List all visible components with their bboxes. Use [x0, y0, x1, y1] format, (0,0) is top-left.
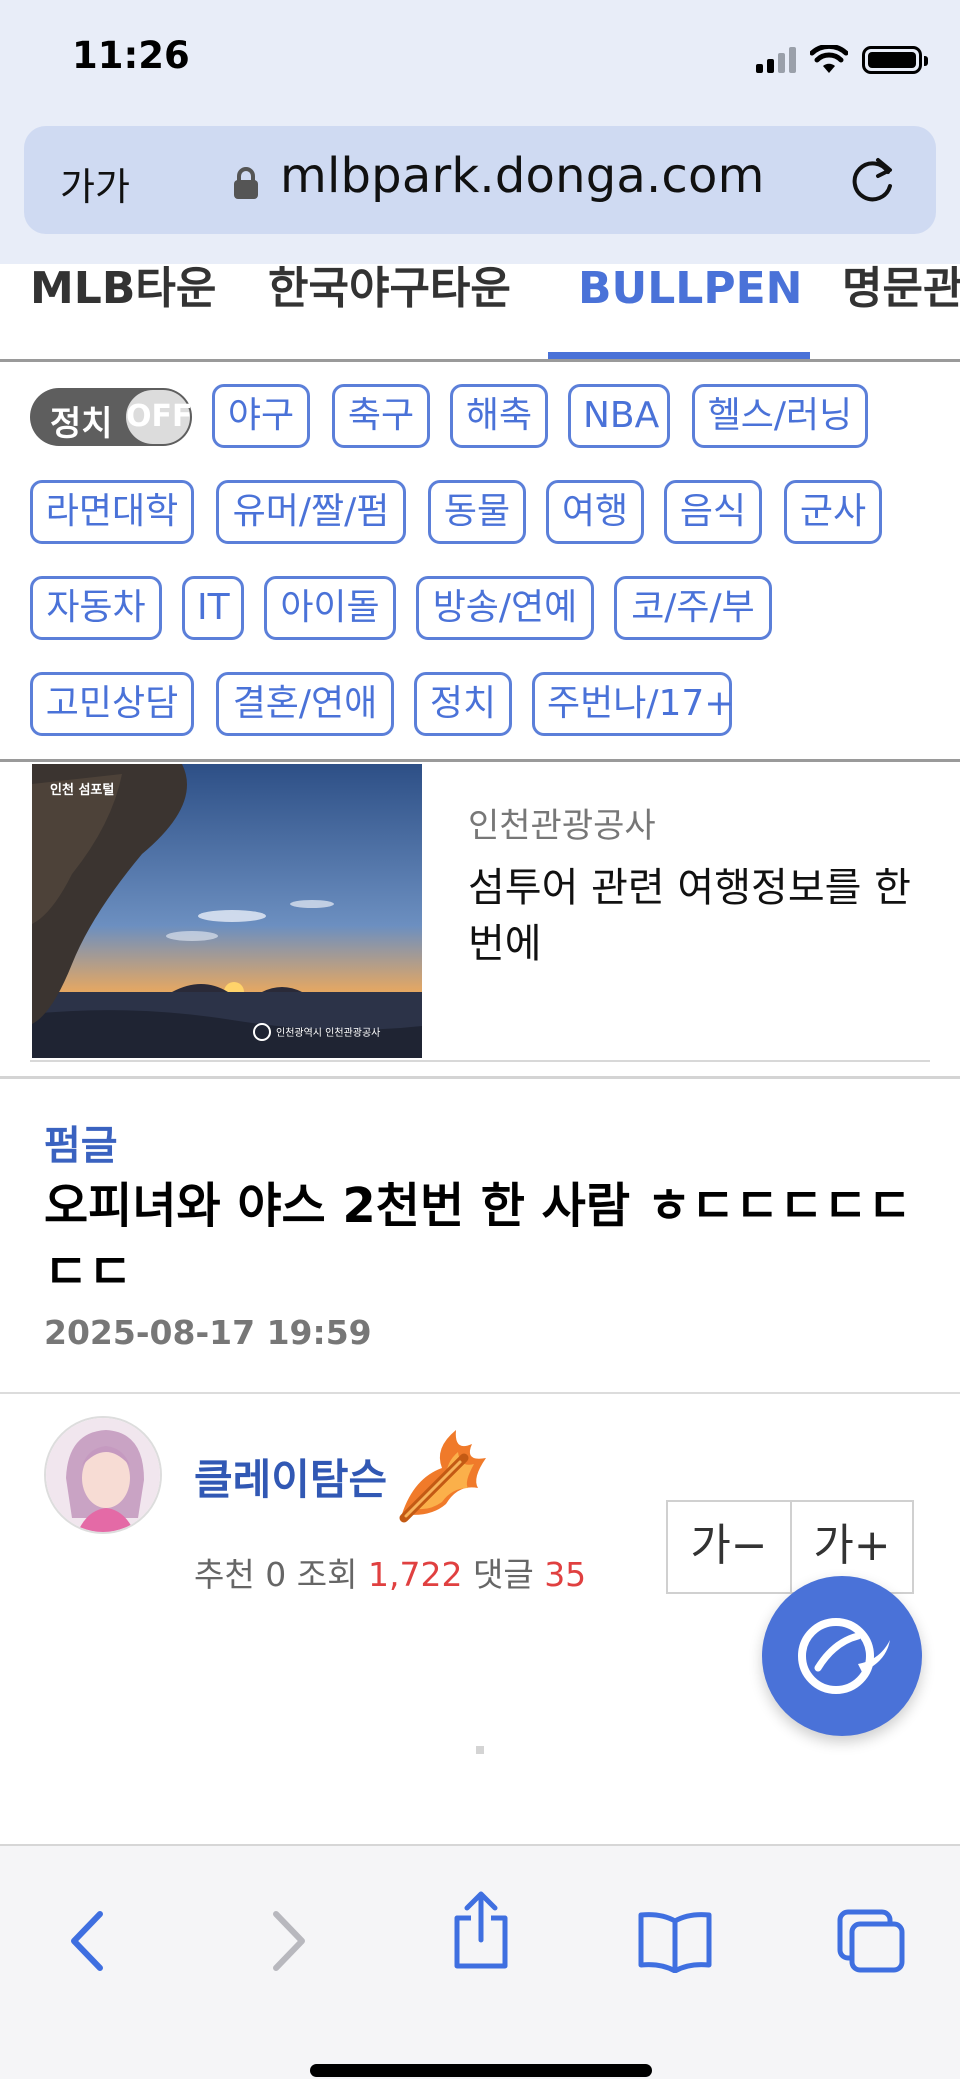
tag-it[interactable]: IT	[182, 576, 244, 640]
tabs-icon	[837, 1909, 905, 1973]
ad-headline[interactable]: 섬투어 관련 여행정보를 한번에	[468, 860, 938, 972]
nav-bullpen[interactable]: BULLPEN	[578, 264, 802, 314]
tag-broadcast[interactable]: 방송/연예	[416, 576, 594, 640]
tag-cars[interactable]: 자동차	[30, 576, 162, 640]
status-icons	[756, 40, 928, 80]
home-indicator	[310, 2064, 652, 2077]
tag-health-running[interactable]: 헬스/러닝	[692, 384, 868, 448]
signal-icon	[756, 47, 796, 73]
tag-overseas-soccer[interactable]: 해축	[450, 384, 548, 448]
tag-soccer[interactable]: 축구	[332, 384, 430, 448]
comments-count: 35	[544, 1555, 587, 1594]
post-date: 2025-08-17 19:59	[44, 1313, 372, 1352]
tag-ramen-college[interactable]: 라면대학	[30, 480, 194, 544]
politics-toggle[interactable]: 정치 OFF	[30, 388, 193, 446]
url-text[interactable]: mlbpark.donga.com	[280, 148, 765, 204]
category-nav: MLB타운 한국야구타운 BULLPEN 명문관	[0, 264, 960, 362]
chevron-right-icon	[273, 1911, 305, 1971]
tag-marriage-dating[interactable]: 결혼/연애	[216, 672, 394, 736]
wifi-icon	[810, 45, 848, 73]
nav-korea-baseball-town[interactable]: 한국야구타운	[268, 264, 511, 314]
tag-animals[interactable]: 동물	[428, 480, 526, 544]
floating-ball-button[interactable]	[762, 1576, 922, 1736]
battery-icon	[862, 46, 928, 74]
tag-idol[interactable]: 아이돌	[264, 576, 396, 640]
post-stats: 추천 0 조회 1,722 댓글 35	[194, 1548, 586, 1596]
share-button[interactable]	[436, 1886, 526, 1976]
ad-image-badge: 인천 섬포털	[50, 782, 114, 798]
baseball-icon	[798, 1618, 890, 1694]
toggle-label: 정치	[50, 404, 113, 444]
tag-food[interactable]: 음식	[664, 480, 762, 544]
url-bar[interactable]: 가가 mlbpark.donga.com	[24, 126, 936, 234]
recommend-label: 추천	[194, 1555, 255, 1594]
nav-myeongmun[interactable]: 명문관	[842, 264, 960, 314]
share-icon	[454, 1891, 508, 1969]
status-time: 11:26	[72, 34, 190, 77]
page-indicator-dot	[476, 1746, 484, 1754]
book-icon	[638, 1912, 712, 1973]
author-info: 클레이탐슨 추천 0 조회 1,722 댓글 35 가− 가+	[0, 1396, 960, 1596]
tabs-button[interactable]	[826, 1896, 916, 1986]
comments-label: 댓글	[472, 1555, 534, 1594]
lock-icon	[234, 167, 258, 199]
tag-politics[interactable]: 정치	[414, 672, 512, 736]
reload-icon[interactable]	[848, 154, 898, 206]
post-category[interactable]: 펌글	[44, 1113, 118, 1171]
forward-button[interactable]	[244, 1896, 334, 1986]
author-nickname[interactable]: 클레이탐슨	[194, 1446, 387, 1507]
back-button[interactable]	[42, 1896, 132, 1986]
tag-17plus[interactable]: 주번나/17+	[532, 672, 734, 736]
tag-coin-stock[interactable]: 코/주/부	[614, 576, 772, 640]
post-title: 오피녀와 야스 2천번 한 사람 ㅎㄷㄷㄷㄷㄷㄷㄷ	[44, 1178, 912, 1300]
tag-travel[interactable]: 여행	[546, 480, 644, 544]
ad-source: 인천관광공사	[468, 806, 656, 846]
browser-chrome: 11:26 가가 mlbpark.donga.com	[0, 0, 960, 264]
toggle-state: OFF	[126, 390, 193, 444]
post-header: 펌글 오피녀와 야스 2천번 한 사람 ㅎㄷㄷㄷㄷㄷㄷㄷ 2025-08-17 …	[0, 1076, 960, 1394]
chevron-left-icon	[71, 1911, 103, 1971]
tag-filter-area: 정치 OFF 야구 축구 해축 NBA 헬스/러닝 라면대학 유머/짤/펌 동물…	[0, 362, 960, 762]
active-tab-indicator	[548, 352, 810, 359]
text-size-button[interactable]: 가가	[60, 156, 130, 211]
ad-banner[interactable]: 인천 섬포털 인천광역시 인천관광공사 인천관광공사 섬투어 관련 여행정보를 …	[30, 764, 930, 1062]
avatar-image	[46, 1418, 160, 1532]
views-count: 1,722	[367, 1555, 463, 1594]
ad-sunset-image: 인천 섬포털 인천광역시 인천관광공사	[32, 764, 422, 1058]
ad-image-logos: 인천광역시 인천관광공사	[276, 1027, 380, 1039]
tag-humor[interactable]: 유머/짤/펌	[216, 480, 406, 544]
recommend-count: 0	[265, 1555, 287, 1594]
fire-level-icon	[399, 1430, 486, 1523]
bookmarks-button[interactable]	[630, 1896, 720, 1986]
avatar[interactable]	[44, 1416, 162, 1534]
bottom-toolbar	[0, 1844, 960, 2079]
tag-worries[interactable]: 고민상담	[30, 672, 194, 736]
views-label: 조회	[296, 1555, 358, 1594]
ad-image[interactable]: 인천 섬포털 인천광역시 인천관광공사	[32, 764, 422, 1058]
tag-nba[interactable]: NBA	[568, 384, 670, 448]
nav-mlb-town[interactable]: MLB타운	[30, 264, 216, 314]
tag-baseball[interactable]: 야구	[212, 384, 310, 448]
tag-military[interactable]: 군사	[784, 480, 882, 544]
